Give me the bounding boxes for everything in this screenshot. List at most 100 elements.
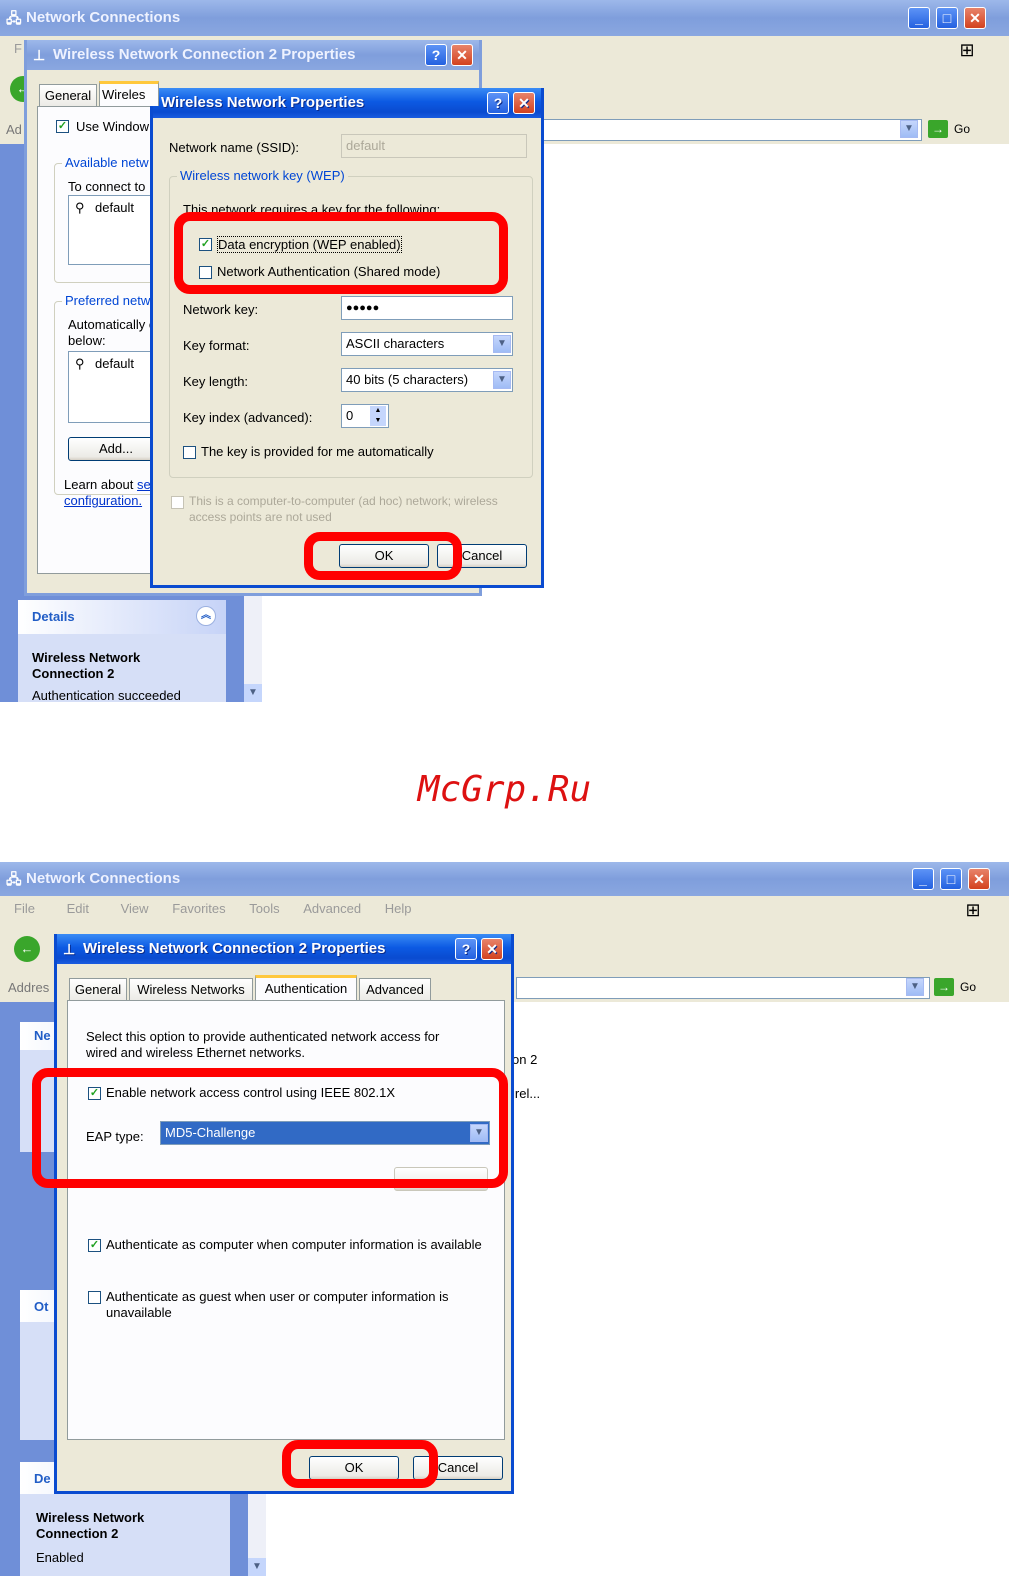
cancel-label: Cancel bbox=[461, 548, 503, 563]
close-button[interactable]: ✕ bbox=[481, 938, 503, 960]
menu-favorites[interactable]: Favorites bbox=[172, 896, 225, 922]
key-length-value: 40 bits (5 characters) bbox=[346, 372, 469, 387]
auth-computer-checkbox[interactable]: ✓ bbox=[88, 1239, 101, 1252]
preferred-network-item[interactable]: default bbox=[95, 356, 134, 371]
bottom-screenshot: 🖧 Network Connections _ □ ✕ File Edit Vi… bbox=[0, 862, 1009, 1576]
other-places-title: Ot bbox=[34, 1299, 49, 1314]
use-windows-label: Use Window bbox=[76, 119, 149, 134]
adhoc-label-1: This is a computer-to-computer (ad hoc) … bbox=[189, 494, 498, 508]
address-input[interactable] bbox=[540, 119, 922, 141]
maximize-button[interactable]: □ bbox=[936, 7, 958, 29]
configuration-link[interactable]: configuration. bbox=[64, 493, 142, 508]
tab-wireless-networks[interactable]: Wireles bbox=[99, 81, 159, 106]
connection-properties-titlebar: ⊥ Wireless Network Connection 2 Properti… bbox=[27, 40, 479, 70]
close-button[interactable]: ✕ bbox=[964, 7, 986, 29]
network-connections-icon: 🖧 bbox=[6, 10, 22, 26]
tab-general[interactable]: General bbox=[69, 978, 127, 1000]
chevron-down-icon[interactable]: ▼ bbox=[493, 335, 511, 353]
wnp-title: Wireless Network Properties bbox=[161, 94, 365, 111]
scroll-down-arrow[interactable]: ▼ bbox=[248, 1558, 266, 1576]
auto-connect-text-1: Automatically c bbox=[68, 317, 156, 332]
maximize-button[interactable]: □ bbox=[940, 868, 962, 890]
key-length-select[interactable]: 40 bits (5 characters) ▼ bbox=[341, 368, 513, 392]
network-connections-icon: 🖧 bbox=[6, 871, 22, 887]
connection-type-fragment: irel... bbox=[512, 1086, 541, 1101]
close-button[interactable]: ✕ bbox=[513, 92, 535, 114]
tab-general-label: General bbox=[74, 982, 122, 997]
scroll-down-arrow[interactable]: ▼ bbox=[244, 684, 262, 702]
network-connections-titlebar: 🖧 Network Connections _ □ ✕ bbox=[0, 862, 1009, 896]
adhoc-checkbox[interactable] bbox=[171, 496, 184, 509]
tab-wireless-networks[interactable]: Wireless Networks bbox=[129, 978, 253, 1000]
details-header[interactable]: Details ︽ bbox=[18, 600, 226, 634]
adhoc-label-2: access points are not used bbox=[189, 510, 332, 524]
wnp-titlebar: Wireless Network Properties ? ✕ bbox=[153, 88, 541, 118]
address-input[interactable] bbox=[516, 977, 930, 999]
menu-help[interactable]: Help bbox=[385, 896, 412, 922]
network-icon: ⊥ bbox=[33, 47, 46, 63]
tab-general[interactable]: General bbox=[39, 84, 97, 106]
collapse-icon[interactable]: ︽ bbox=[196, 606, 216, 626]
highlight-ok-box bbox=[282, 1440, 438, 1488]
minimize-button[interactable]: _ bbox=[912, 868, 934, 890]
menu-tools[interactable]: Tools bbox=[249, 896, 279, 922]
wep-group-label: Wireless network key (WEP) bbox=[177, 168, 348, 183]
network-key-input[interactable]: ●●●●● bbox=[341, 296, 513, 320]
learn-about-text: Learn about se bbox=[64, 477, 151, 492]
help-button[interactable]: ? bbox=[425, 44, 447, 66]
details-name-2: Connection 2 bbox=[32, 666, 115, 681]
auto-key-checkbox[interactable] bbox=[183, 446, 196, 459]
key-index-label: Key index (advanced): bbox=[183, 410, 313, 425]
connection-name-fragment: on 2 bbox=[512, 1052, 538, 1067]
add-button-label: Add... bbox=[99, 441, 133, 456]
available-network-item[interactable]: default bbox=[95, 200, 134, 215]
use-windows-checkbox[interactable]: ✓ bbox=[56, 120, 69, 133]
menu-view[interactable]: View bbox=[121, 896, 149, 922]
network-icon: ⊥ bbox=[63, 941, 76, 957]
network-connections-titlebar: 🖧 Network Connections _ □ ✕ bbox=[0, 0, 1009, 36]
go-button[interactable]: → Go bbox=[934, 978, 976, 996]
menu-advanced[interactable]: Advanced bbox=[303, 896, 361, 922]
go-arrow-icon: → bbox=[934, 978, 954, 996]
spin-down-icon[interactable]: ▼ bbox=[370, 416, 386, 426]
minimize-button[interactable]: _ bbox=[908, 7, 930, 29]
chevron-down-icon[interactable]: ▼ bbox=[493, 371, 511, 389]
go-label: Go bbox=[954, 122, 971, 136]
ssid-label: Network name (SSID): bbox=[169, 140, 300, 155]
auth-guest-checkbox[interactable] bbox=[88, 1291, 101, 1304]
menu-edit[interactable]: Edit bbox=[67, 896, 89, 922]
learn-link[interactable]: se bbox=[137, 477, 151, 492]
go-button[interactable]: → Go bbox=[928, 120, 970, 138]
auth-guest-label-1: Authenticate as guest when user or compu… bbox=[106, 1289, 449, 1304]
key-format-select[interactable]: ASCII characters ▼ bbox=[341, 332, 513, 356]
menu-file[interactable]: F bbox=[14, 36, 22, 62]
ssid-input[interactable]: default bbox=[341, 134, 527, 158]
tab-wireless-label: Wireles bbox=[102, 87, 146, 102]
address-dropdown-arrow[interactable]: ▼ bbox=[906, 978, 924, 996]
tab-authentication[interactable]: Authentication bbox=[255, 975, 357, 1000]
address-dropdown-arrow[interactable]: ▼ bbox=[900, 120, 918, 138]
menu-file[interactable]: File bbox=[14, 896, 35, 922]
key-index-spinner[interactable]: 0 ▲ ▼ bbox=[341, 404, 389, 428]
window-title: Network Connections bbox=[26, 9, 181, 26]
to-connect-text: To connect to bbox=[68, 179, 146, 194]
close-button[interactable]: ✕ bbox=[451, 44, 473, 66]
cancel-label: Cancel bbox=[437, 1460, 479, 1475]
help-button[interactable]: ? bbox=[487, 92, 509, 114]
tab-advanced[interactable]: Advanced bbox=[359, 978, 431, 1000]
help-button[interactable]: ? bbox=[455, 938, 477, 960]
tab-wireless-networks-label: Wireless Networks bbox=[137, 982, 245, 997]
back-icon[interactable]: ← bbox=[14, 936, 40, 962]
antenna-icon: ⚲ bbox=[75, 200, 85, 215]
highlight-ok-box bbox=[304, 532, 462, 580]
auto-connect-text-2: below: bbox=[68, 333, 106, 348]
highlight-8021x-box bbox=[32, 1068, 508, 1188]
watermark-text: McGrp.Ru bbox=[417, 769, 592, 810]
spin-up-icon[interactable]: ▲ bbox=[370, 406, 386, 416]
menu-bar: File Edit View Favorites Tools Advanced … bbox=[0, 896, 1009, 924]
tab-general-label: General bbox=[44, 88, 92, 103]
top-screenshot: 🖧 Network Connections _ □ ✕ F ⊞ ← Ad ▼ →… bbox=[0, 0, 1009, 702]
connection-properties-titlebar: ⊥ Wireless Network Connection 2 Properti… bbox=[57, 934, 511, 964]
key-format-label: Key format: bbox=[183, 338, 250, 353]
close-button[interactable]: ✕ bbox=[968, 868, 990, 890]
